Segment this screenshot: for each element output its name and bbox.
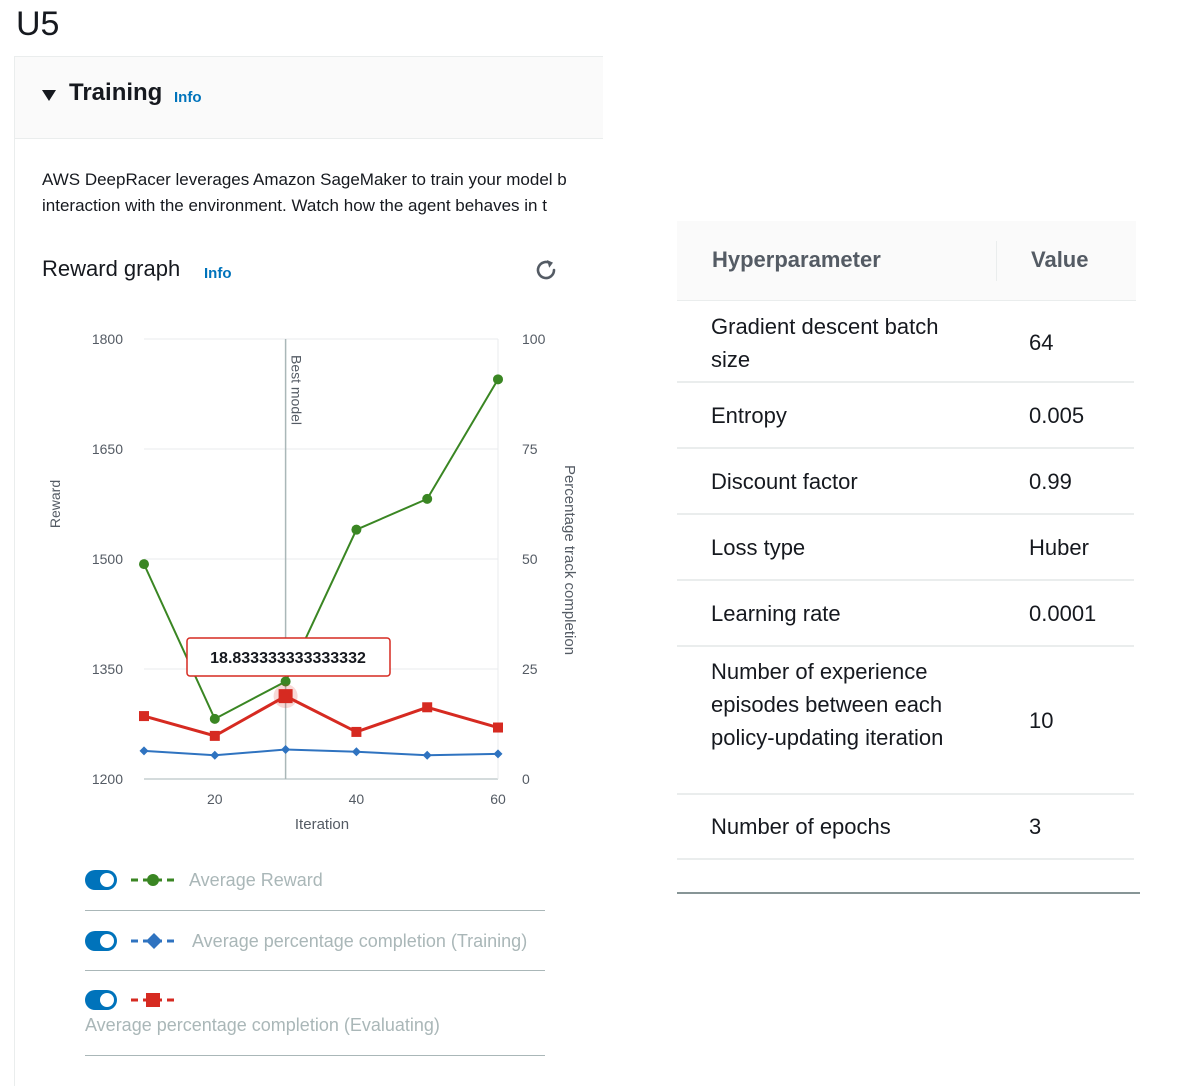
row-value: 10 xyxy=(1029,708,1054,733)
data-point xyxy=(139,746,149,756)
table-row: Number of experience episodes between ea… xyxy=(677,647,1134,795)
y2-axis-title: Percentage track completion xyxy=(561,465,578,655)
y2-tick-label: 25 xyxy=(522,661,538,677)
data-point xyxy=(351,726,362,737)
row-name: Number of epochs xyxy=(711,814,891,839)
header-separator xyxy=(996,241,997,281)
legend-label-average-evaluating: Average percentage completion (Evaluatin… xyxy=(85,1015,440,1035)
toggle-average-evaluating[interactable] xyxy=(85,990,117,1010)
table-row: Number of epochs 3 xyxy=(677,795,1134,860)
legend-item-average-reward[interactable]: Average Reward xyxy=(85,865,545,911)
legend-square-swatch xyxy=(131,993,175,1007)
legend-label-average-training: Average percentage completion (Training) xyxy=(192,931,528,951)
best-model-label: Best model xyxy=(289,355,305,425)
data-point xyxy=(210,750,220,760)
legend-label-average-reward: Average Reward xyxy=(189,870,323,890)
legend-diamond-swatch xyxy=(131,933,177,949)
header-value: Value xyxy=(1031,247,1089,272)
row-name: Learning rate xyxy=(711,601,841,626)
x-axis-title: Iteration xyxy=(295,816,349,833)
y2-tick-label: 50 xyxy=(522,551,538,567)
legend-circle-swatch xyxy=(131,874,175,886)
row-value: 0.99 xyxy=(1029,469,1072,494)
row-value: 3 xyxy=(1029,814,1042,839)
data-point xyxy=(139,711,149,722)
training-panel: Training Info AWS DeepRacer leverages Am… xyxy=(14,56,603,1086)
series-line xyxy=(143,694,499,738)
legend-item-average-training[interactable]: Average percentage completion (Training) xyxy=(85,925,545,971)
table-row: Discount factor 0.99 xyxy=(677,449,1134,515)
row-value: Huber xyxy=(1029,535,1089,560)
data-point xyxy=(351,747,361,757)
y-axis-title: Reward xyxy=(47,480,63,528)
legend-item-average-evaluating[interactable]: Average percentage completion (Evaluatin… xyxy=(85,983,545,1056)
y2-tick-label: 100 xyxy=(522,331,546,347)
data-point xyxy=(209,730,220,741)
row-value: 0.005 xyxy=(1029,403,1085,428)
hyperparameter-table: Hyperparameter Value Gradient descent ba… xyxy=(677,221,1140,894)
y-tick-label: 1500 xyxy=(92,551,123,567)
table-row: Learning rate 0.0001 xyxy=(677,581,1134,647)
toggle-average-training[interactable] xyxy=(85,931,117,951)
row-value: 64 xyxy=(1029,330,1054,355)
row-name: Number of experience episodes between ea… xyxy=(711,659,944,750)
y-tick-label: 1800 xyxy=(92,331,123,347)
toggle-average-reward[interactable] xyxy=(85,870,117,890)
series-line xyxy=(143,748,499,757)
y2-tick-label: 75 xyxy=(522,441,538,457)
header-hyperparameter: Hyperparameter xyxy=(712,247,881,272)
table-header: Hyperparameter Value xyxy=(677,221,1136,301)
y2-tick-label: 0 xyxy=(522,771,530,787)
data-point xyxy=(493,749,503,759)
table-row: Loss type Huber xyxy=(677,515,1134,581)
data-point xyxy=(493,374,503,385)
row-name: Entropy xyxy=(711,403,787,428)
data-point xyxy=(281,745,291,755)
row-value: 0.0001 xyxy=(1029,601,1097,626)
table-row: Gradient descent batch size 64 xyxy=(677,301,1134,383)
data-point xyxy=(422,493,433,504)
data-point xyxy=(493,722,503,733)
x-tick-label: 20 xyxy=(207,791,223,807)
data-point xyxy=(422,702,433,713)
data-point xyxy=(209,713,220,724)
data-point xyxy=(422,750,432,760)
tooltip-text: 18.833333333333332 xyxy=(210,650,366,667)
table-row: Entropy 0.005 xyxy=(677,383,1134,449)
x-tick-label: 60 xyxy=(490,791,506,807)
x-tick-label: 40 xyxy=(349,791,365,807)
y-tick-label: 1350 xyxy=(92,661,123,677)
page-heading: U5 xyxy=(16,5,60,43)
y-tick-label: 1650 xyxy=(92,441,123,457)
reward-chart: 1200 1350 1500 1650 1800 0 25 50 75 100 20 40 60 Iter… xyxy=(47,331,578,833)
highlighted-point xyxy=(278,689,293,704)
row-name: Loss type xyxy=(711,535,806,560)
data-point xyxy=(351,524,362,535)
data-point xyxy=(139,559,149,570)
row-name: Gradient descent batch size xyxy=(711,314,939,372)
row-name: Discount factor xyxy=(711,469,858,494)
y-tick-label: 1200 xyxy=(92,771,123,787)
